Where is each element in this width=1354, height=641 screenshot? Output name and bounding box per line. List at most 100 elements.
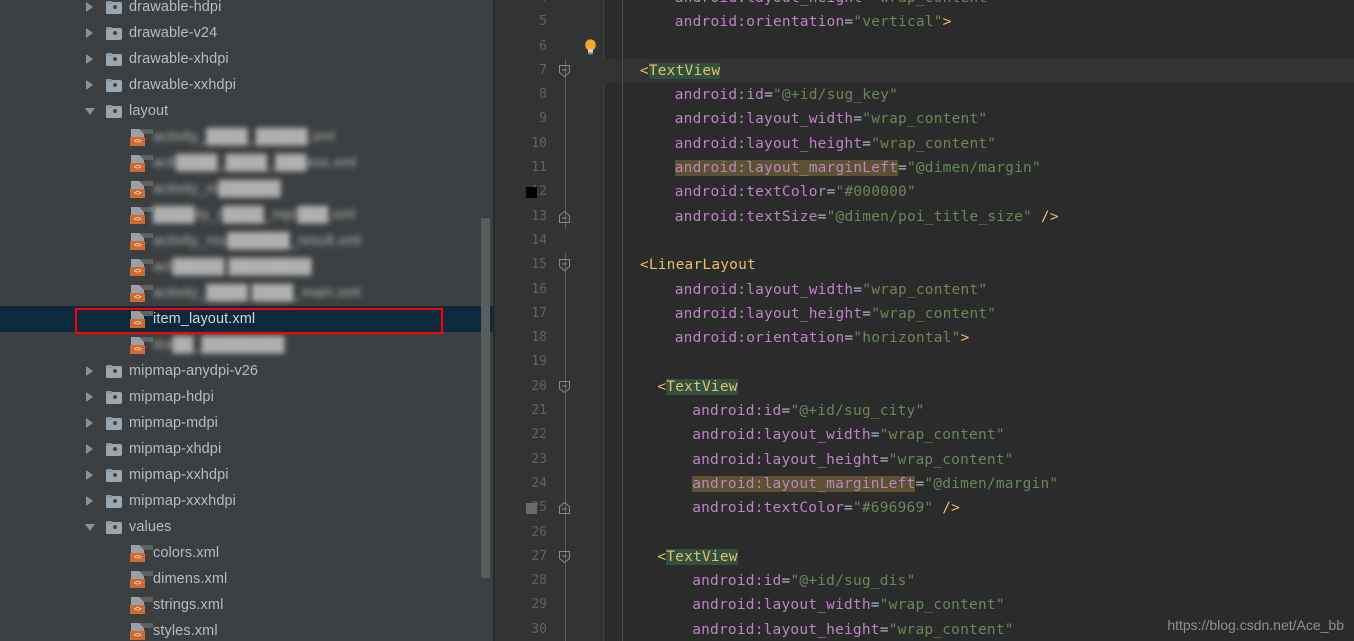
fold-end-icon[interactable] (558, 501, 572, 515)
tree-item[interactable]: values (0, 514, 495, 540)
fold-collapse-icon[interactable] (558, 64, 572, 78)
chevron-right-icon[interactable] (85, 436, 96, 462)
code-line[interactable]: 21 android:id="@+id/sug_city" (495, 399, 1354, 424)
code-token: < (657, 548, 667, 565)
code-line[interactable]: 20 <TextView (495, 374, 1354, 400)
chevron-right-icon[interactable] (85, 462, 96, 488)
fold-collapse-icon[interactable] (558, 380, 572, 394)
indent-guide (622, 228, 624, 254)
tree-item[interactable]: <> dimens.xml (0, 566, 495, 592)
code-line[interactable]: 13 android:textSize="@dimen/poi_title_siz… (495, 204, 1354, 229)
tree-item[interactable]: <> acti████_████_███ess.xml (0, 150, 495, 176)
code-line[interactable]: 15 <LinearLayout (495, 253, 1354, 278)
tree-indent-spacer (0, 618, 130, 641)
code-token: android:orientation (674, 330, 845, 347)
code-line[interactable]: 4 android:layout_height="wrap_content" (495, 0, 1354, 11)
indent-guide (622, 0, 624, 11)
fold-collapse-icon[interactable] (558, 258, 572, 272)
fold-region-line (564, 83, 566, 108)
sidebar-scrollbar-thumb[interactable] (481, 218, 490, 578)
code-line[interactable]: 22 android:layout_width="wrap_content" (495, 423, 1354, 448)
tree-item[interactable]: mipmap-xxhdpi (0, 462, 495, 488)
code-line[interactable]: 29 android:layout_width="wrap_content" (495, 593, 1354, 618)
chevron-right-icon[interactable] (85, 358, 96, 384)
code-line[interactable]: 11 android:layout_marginLeft="@dimen/marg… (495, 156, 1354, 181)
chevron-right-icon[interactable] (85, 384, 96, 410)
project-tree-panel[interactable]: drawable-hdpi drawable-v24 drawable-xhdpi d… (0, 0, 495, 641)
code-line[interactable]: 5 android:orientation="vertical"> (495, 10, 1354, 35)
code-token: android:layout_height (692, 621, 880, 638)
tree-item[interactable]: mipmap-xhdpi (0, 436, 495, 462)
tree-item-label: layout (129, 103, 169, 119)
color-swatch-gutter-icon[interactable] (526, 503, 537, 515)
code-line[interactable]: 18 android:orientation="horizontal"> (495, 326, 1354, 351)
tree-item[interactable]: drawable-xhdpi (0, 46, 495, 72)
code-token: = (862, 305, 872, 322)
tree-item-label: mipmap-xxhdpi (129, 467, 229, 483)
chevron-right-icon[interactable] (85, 410, 96, 436)
color-swatch-gutter-icon[interactable] (526, 187, 537, 199)
code-line[interactable]: 10 android:layout_height="wrap_content" (495, 131, 1354, 157)
code-line[interactable]: 7 <TextView (495, 58, 1354, 84)
tree-item[interactable]: drawable-v24 (0, 20, 495, 46)
tree-item[interactable]: <> tex██_████████ (0, 332, 495, 358)
chevron-right-icon[interactable] (85, 20, 96, 46)
code-line[interactable]: 14 (495, 228, 1354, 254)
sidebar-scrollbar-track[interactable] (481, 0, 493, 641)
code-token: = (879, 451, 889, 468)
tree-item-label: activity_████_█████.xml (153, 129, 335, 145)
code-line[interactable]: 28 android:id="@+id/sug_dis" (495, 569, 1354, 594)
code-line[interactable]: 16 android:layout_width="wrap_content" (495, 277, 1354, 302)
code-text: android:id="@+id/sug_key" (675, 83, 898, 107)
code-line[interactable]: 25 android:textColor="#696969" /> (495, 496, 1354, 521)
code-token: = (862, 0, 871, 6)
tree-item[interactable]: <> ████ity_r████_mpr███.xml (0, 202, 495, 228)
chevron-right-icon[interactable] (85, 0, 96, 20)
code-line[interactable]: 12 android:textColor="#000000" (495, 180, 1354, 205)
tree-item[interactable]: <> colors.xml (0, 540, 495, 566)
tree-item[interactable]: <> activity_rou██████_result.xml (0, 228, 495, 254)
line-number: 16 (531, 281, 547, 297)
chevron-down-icon[interactable] (85, 514, 96, 540)
chevron-right-icon[interactable] (85, 46, 96, 72)
chevron-down-icon[interactable] (85, 98, 96, 124)
tree-item[interactable]: <> activity_████ ████_main.xml (0, 280, 495, 306)
code-text: android:layout_marginLeft="@dimen/margin… (674, 156, 1041, 180)
tree-item[interactable]: drawable-hdpi (0, 0, 495, 20)
indent-guide (622, 58, 624, 84)
tree-item-label: values (129, 519, 172, 535)
tree-item[interactable]: <> activity_m██████ (0, 176, 495, 202)
code-line[interactable]: 26 (495, 520, 1354, 545)
code-line[interactable]: 24 android:layout_marginLeft="@dimen/marg… (495, 471, 1354, 497)
fold-end-icon[interactable] (558, 210, 572, 224)
tree-item[interactable]: drawable-xxhdpi (0, 72, 495, 98)
code-token: = (826, 184, 836, 201)
tree-item[interactable]: layout (0, 98, 495, 124)
code-line[interactable]: 17 android:layout_height="wrap_content" (495, 301, 1354, 327)
fold-region-line (564, 471, 566, 497)
tree-item[interactable]: mipmap-xxxhdpi (0, 488, 495, 514)
code-line[interactable]: 19 (495, 350, 1354, 375)
tree-item[interactable]: <> strings.xml (0, 592, 495, 618)
tree-item[interactable]: mipmap-mdpi (0, 410, 495, 436)
tree-item[interactable]: mipmap-anydpi-v26 (0, 358, 495, 384)
intention-bulb-icon[interactable] (583, 38, 598, 56)
folder-icon (106, 442, 122, 456)
code-line[interactable]: 27 <TextView (495, 544, 1354, 570)
chevron-right-icon[interactable] (85, 488, 96, 514)
code-line[interactable]: 23 android:layout_height="wrap_content" (495, 447, 1354, 472)
tree-item-label: activity_m██████ (153, 181, 281, 197)
tree-item[interactable]: <> act█████ ████████ (0, 254, 495, 280)
code-text: android:layout_height="wrap_content" (692, 618, 1014, 641)
tree-item[interactable]: <> styles.xml (0, 618, 495, 641)
tree-item[interactable]: mipmap-hdpi (0, 384, 495, 410)
code-line[interactable]: 8 android:id="@+id/sug_key" (495, 83, 1354, 108)
chevron-right-icon[interactable] (85, 72, 96, 98)
code-editor[interactable]: 4android:layout_height="wrap_content"5an… (495, 0, 1354, 641)
indent-guide (622, 253, 624, 278)
tree-item-selected[interactable]: <> item_layout.xml (0, 306, 495, 332)
code-line[interactable]: 6 (495, 34, 1354, 59)
fold-collapse-icon[interactable] (558, 550, 572, 564)
tree-item[interactable]: <> activity_████_█████.xml (0, 124, 495, 150)
code-line[interactable]: 9 android:layout_width="wrap_content" (495, 107, 1354, 132)
